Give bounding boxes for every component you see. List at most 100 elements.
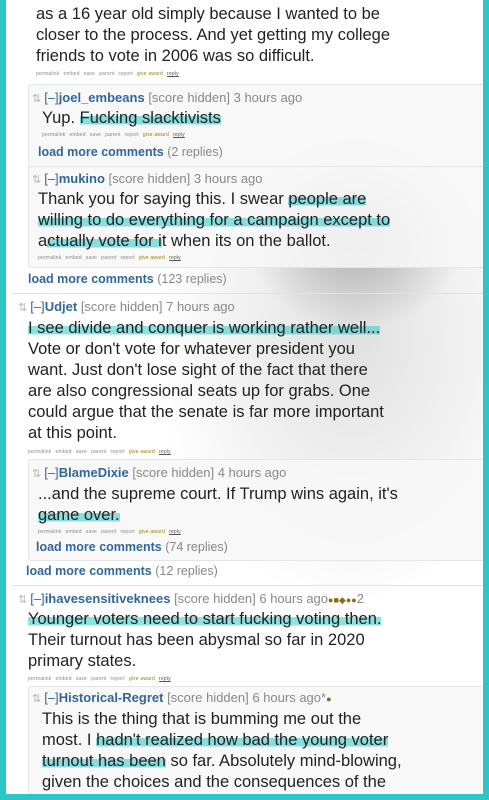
comment-tagline: ⇅ [–]ihavesensitiveknees [score hidden] 6…	[18, 591, 364, 606]
permalink-link[interactable]: permalink	[28, 676, 51, 682]
comment-actions: permalink embed save parent report give award…	[28, 676, 175, 682]
comment-body: ...and the supreme court. If Trump wins …	[38, 485, 398, 524]
comment-tagline: ⇅ [–]mukino [score hidden] 3 hours ago	[32, 171, 263, 186]
parent-link[interactable]: parent	[91, 449, 106, 455]
load-more-comments-link[interactable]: load more comments (12 replies)	[26, 564, 218, 578]
load-more-comments-link[interactable]: load more comments (123 replies)	[28, 272, 227, 286]
load-more-comments-link[interactable]: load more comments (74 replies)	[36, 540, 228, 554]
timestamp: 7 hours ago	[166, 299, 235, 314]
thread-divider	[12, 585, 483, 586]
parent-link[interactable]: parent	[101, 529, 116, 535]
award-icon: ●	[326, 694, 332, 704]
score-text: [score hidden]	[132, 465, 215, 480]
permalink-link[interactable]: permalink	[36, 71, 59, 77]
timestamp: 3 hours ago	[233, 90, 303, 105]
comment-actions: permalink embed save parent report give award…	[38, 255, 185, 261]
comment-body: This is the thing that is bumming me out…	[42, 710, 402, 791]
collapse-toggle[interactable]: [–]	[30, 591, 44, 606]
give-award-link[interactable]: give award	[129, 449, 155, 455]
save-link[interactable]: save	[90, 132, 101, 138]
username-link[interactable]: Historical-Regret	[59, 690, 164, 705]
save-link[interactable]: save	[76, 676, 87, 682]
vote-arrows-icon[interactable]: ⇅	[32, 93, 41, 105]
report-link[interactable]: report	[119, 71, 133, 77]
parent-link[interactable]: parent	[101, 255, 116, 261]
username-link[interactable]: ihavesensitiveknees	[45, 591, 171, 606]
vote-arrows-icon[interactable]: ⇅	[32, 693, 41, 705]
collapse-toggle[interactable]: [–]	[44, 171, 58, 186]
score-text: [score hidden]	[108, 171, 191, 186]
give-award-link[interactable]: give award	[143, 132, 169, 138]
embed-link[interactable]: embed	[63, 71, 79, 77]
reply-link[interactable]: reply	[169, 529, 181, 535]
comment-tagline: ⇅ [–]Udjet [score hidden] 7 hours ago	[18, 299, 235, 314]
permalink-link[interactable]: permalink	[28, 449, 51, 455]
timestamp: 4 hours ago	[217, 465, 287, 480]
comment-actions: permalink embed save parent report give award…	[36, 71, 183, 77]
vote-arrows-icon[interactable]: ⇅	[18, 594, 27, 606]
reply-link[interactable]: reply	[169, 255, 181, 261]
score-text: [score hidden]	[80, 299, 163, 314]
report-link[interactable]: report	[121, 529, 135, 535]
comment-actions: permalink embed save parent report give award…	[42, 132, 189, 138]
score-text: [score hidden]	[174, 591, 256, 606]
collapse-toggle[interactable]: [–]	[30, 299, 44, 314]
collapse-toggle[interactable]: [–]	[44, 690, 58, 705]
comment-body: Younger voters need to start fucking vot…	[28, 610, 382, 670]
username-link[interactable]: BlameDixie	[59, 465, 129, 480]
reply-link[interactable]: reply	[159, 676, 171, 682]
vote-arrows-icon[interactable]: ⇅	[32, 468, 41, 480]
save-link[interactable]: save	[84, 71, 95, 77]
score-text: [score hidden]	[167, 690, 249, 705]
give-award-link[interactable]: give award	[129, 676, 155, 682]
report-link[interactable]: report	[121, 255, 135, 261]
comment-tagline: ⇅ [–]BlameDixie [score hidden] 4 hours ag…	[32, 465, 286, 480]
permalink-link[interactable]: permalink	[38, 255, 61, 261]
report-link[interactable]: report	[111, 449, 125, 455]
score-text: [score hidden]	[148, 90, 230, 105]
vote-arrows-icon[interactable]: ⇅	[18, 302, 27, 314]
timestamp: 6 hours ago	[252, 690, 322, 705]
comment-thread: as a 16 year old simply because I wanted…	[6, 0, 483, 794]
reply-link[interactable]: reply	[167, 71, 179, 77]
reply-link[interactable]: reply	[173, 132, 185, 138]
parent-link[interactable]: parent	[105, 132, 120, 138]
username-link[interactable]: Udjet	[45, 299, 78, 314]
give-award-link[interactable]: give award	[137, 71, 163, 77]
comment-actions: permalink embed save parent report give award…	[38, 529, 185, 535]
parent-link[interactable]: parent	[91, 676, 106, 682]
vote-arrows-icon[interactable]: ⇅	[32, 174, 41, 186]
give-award-link[interactable]: give award	[139, 529, 165, 535]
collapse-toggle[interactable]: [–]	[44, 90, 58, 105]
save-link[interactable]: save	[86, 255, 97, 261]
embed-link[interactable]: embed	[55, 676, 71, 682]
give-award-link[interactable]: give award	[139, 255, 165, 261]
comment-body: I see divide and conquer is working rath…	[28, 319, 384, 442]
comment-actions: permalink embed save parent report give award…	[28, 449, 175, 455]
thread-divider	[12, 293, 483, 294]
embed-link[interactable]: embed	[69, 132, 85, 138]
save-link[interactable]: save	[76, 449, 87, 455]
award-icons: ●■◆●●	[328, 595, 357, 605]
comment-tagline: ⇅ [–]joel_embeans [score hidden] 3 hours …	[32, 90, 302, 105]
permalink-link[interactable]: permalink	[42, 132, 65, 138]
report-link[interactable]: report	[125, 132, 139, 138]
collapse-toggle[interactable]: [–]	[44, 465, 58, 480]
load-more-comments-link[interactable]: load more comments (2 replies)	[38, 145, 223, 159]
comment-tagline: ⇅ [–]Historical-Regret [score hidden] 6 h…	[32, 690, 332, 705]
embed-link[interactable]: embed	[55, 449, 71, 455]
parent-link[interactable]: parent	[99, 71, 114, 77]
embed-link[interactable]: embed	[65, 529, 81, 535]
report-link[interactable]: report	[111, 676, 125, 682]
embed-link[interactable]: embed	[65, 255, 81, 261]
timestamp: 6 hours ago	[259, 591, 329, 606]
permalink-link[interactable]: permalink	[38, 529, 61, 535]
save-link[interactable]: save	[86, 529, 97, 535]
reply-link[interactable]: reply	[159, 449, 171, 455]
username-link[interactable]: mukino	[59, 171, 105, 186]
award-count: 2	[356, 591, 364, 606]
timestamp: 3 hours ago	[193, 171, 263, 186]
username-link[interactable]: joel_embeans	[59, 90, 145, 105]
comment-body: as a 16 year old simply because I wanted…	[36, 5, 391, 65]
comment-body: Yup. Fucking slacktivists	[42, 109, 221, 127]
